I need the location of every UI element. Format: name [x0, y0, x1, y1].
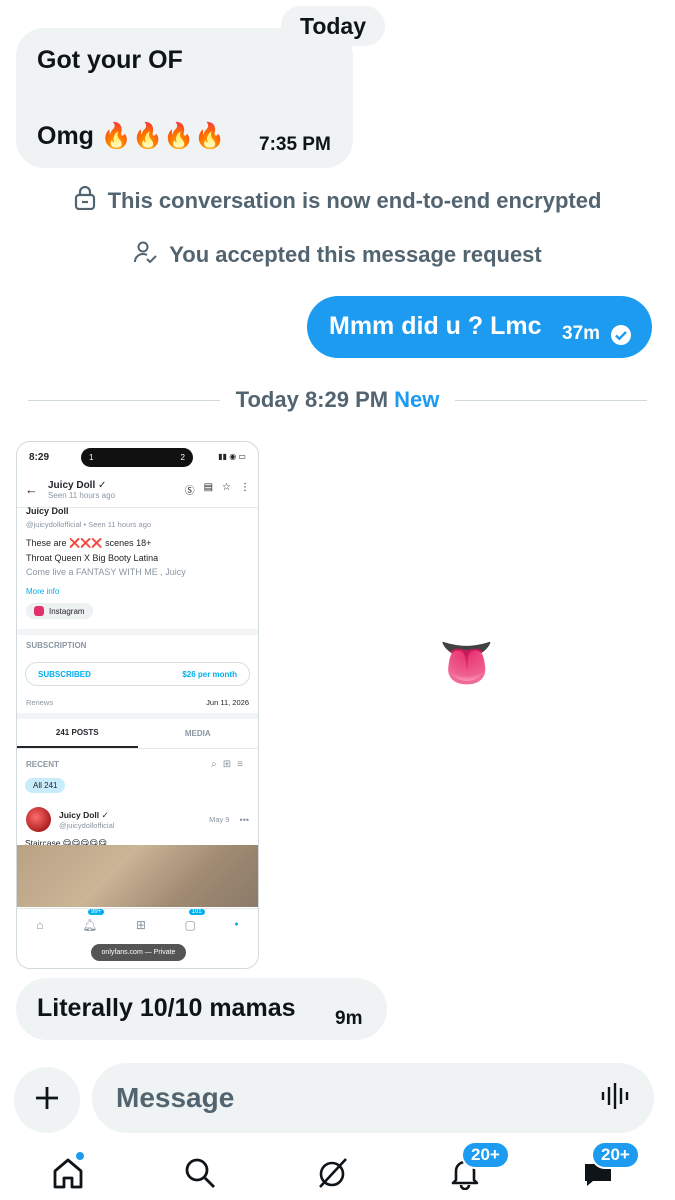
battery-icon: ▮▮ ◉ ▭: [218, 452, 246, 461]
bio-line-1: These are ❌❌❌ scenes 18+: [26, 538, 152, 548]
profile-seen: Seen 11 hours ago: [48, 490, 116, 500]
tab-posts: 241 POSTS: [17, 719, 138, 748]
accepted-notice: You accepted this message request: [0, 240, 675, 270]
url-pill: onlyfans.com — Private: [91, 944, 186, 961]
read-check-icon: [610, 324, 632, 353]
message-text: Literally 10/10 mamas: [37, 994, 296, 1022]
message-text-line-1: Got your OF: [37, 46, 183, 74]
tab-notifications[interactable]: 20+: [445, 1141, 510, 1195]
notifications-badge: 20+: [461, 1141, 510, 1169]
island-right: 2: [180, 453, 185, 462]
accepted-notice-text: You accepted this message request: [169, 242, 542, 267]
encrypted-notice: This conversation is now end-to-end encr…: [0, 185, 675, 216]
lock-icon: [74, 185, 108, 216]
renews-label: Renews: [26, 698, 54, 707]
tab-messages[interactable]: 20+: [578, 1141, 640, 1195]
encrypted-notice-text: This conversation is now end-to-end encr…: [107, 188, 602, 213]
bell-icon: 🔔︎ 99+: [82, 908, 105, 932]
dynamic-island: 1 2: [81, 448, 193, 467]
attachment-profile-header: ← Juicy Doll ✓ Seen 11 hours ago Ⓢ ▤ ☆ ⋮: [17, 472, 258, 508]
messages-badge: 20+: [591, 1141, 640, 1169]
subscription-box: SUBSCRIBED $26 per month: [25, 662, 250, 686]
incoming-message-bubble-2[interactable]: Literally 10/10 mamas 9m: [16, 978, 387, 1040]
subscribed-label: SUBSCRIBED: [38, 669, 91, 679]
tongue-emoji[interactable]: 👅: [439, 642, 494, 686]
bio-line-2: Throat Queen X Big Booty Latina: [26, 553, 159, 563]
unread-dot: [75, 1151, 85, 1161]
incoming-message-bubble[interactable]: Got your OF Omg 🔥🔥🔥🔥 7:35 PM: [16, 28, 353, 168]
new-messages-divider: Today 8:29 PM New: [28, 384, 648, 416]
list-icon: ▤: [203, 482, 214, 493]
island-left: 1: [89, 453, 94, 462]
user-check-icon: [133, 240, 169, 270]
profile-handle: @juicydollofficial • Seen 11 hours ago: [26, 520, 152, 529]
divider-time: Today 8:29 PM: [235, 387, 389, 412]
renews-date: Jun 11, 2026: [206, 698, 249, 707]
attachment-status-time: 8:29: [29, 451, 50, 463]
nav-badge-1: 99+: [88, 908, 105, 915]
more-info-link: More info: [26, 587, 60, 596]
chat-icon: ▢ 101: [185, 908, 205, 932]
verified-icon: ✓: [98, 479, 107, 491]
message-time: 37m: [562, 323, 601, 344]
post-author: Juicy Doll: [59, 809, 100, 820]
star-icon: ☆: [222, 482, 231, 493]
tab-search[interactable]: [180, 1155, 220, 1195]
instagram-icon: [34, 606, 44, 616]
image-attachment[interactable]: 8:29 1 2 ▮▮ ◉ ▭ ← Juicy Doll ✓ Seen 11 h…: [16, 441, 259, 969]
profile-name-cut: Juicy Doll: [26, 506, 69, 516]
profile-name: Juicy Doll: [48, 479, 96, 491]
attachment-status-bar: 8:29 1 2 ▮▮ ◉ ▭: [17, 442, 258, 472]
new-label: New: [394, 387, 440, 412]
post-image: [17, 845, 258, 907]
message-input[interactable]: [116, 1082, 600, 1114]
attachment-tabs: 241 POSTS MEDIA: [17, 719, 258, 749]
instagram-chip: Instagram: [26, 603, 93, 619]
more-icon: ⋮: [240, 482, 250, 493]
instagram-label: Instagram: [49, 606, 85, 616]
nav-badge-2: 101: [188, 908, 205, 915]
message-composer[interactable]: [92, 1063, 654, 1133]
tab-media: MEDIA: [184, 729, 211, 738]
voice-waveform-icon[interactable]: [600, 1081, 630, 1116]
bottom-tab-bar: 20+ 20+: [0, 1141, 675, 1200]
add-icon: ⊞: [135, 917, 146, 932]
message-text: Mmm did u ? Lmc: [329, 312, 542, 340]
tab-grok[interactable]: [313, 1155, 353, 1195]
home-icon: ⌂: [36, 917, 44, 932]
post-date: May 9: [209, 815, 230, 824]
post-more-icon: •••: [239, 814, 249, 825]
filter-icons: ⌕⊞≡: [211, 759, 249, 770]
recent-label: RECENT: [26, 760, 59, 769]
price-label: $26 per month: [182, 669, 237, 679]
tab-home[interactable]: [48, 1151, 88, 1195]
post-avatar: [26, 807, 51, 832]
day-label-pill: Today: [281, 6, 385, 46]
outgoing-message-bubble[interactable]: Mmm did u ? Lmc 37m: [307, 296, 652, 358]
attachment-bottom-nav: ⌂ 🔔︎ 99+ ⊞ ▢ 101 ●: [17, 908, 258, 940]
back-arrow-icon: ←: [25, 482, 38, 497]
post-handle: @juicydollofficial: [59, 820, 115, 830]
message-time: 9m: [335, 1008, 363, 1029]
subscription-header: SUBSCRIPTION: [26, 641, 87, 650]
plus-icon: [33, 1084, 61, 1117]
message-text-line-2: Omg 🔥🔥🔥🔥: [37, 122, 226, 150]
tip-icon: Ⓢ: [184, 486, 195, 497]
home-icon: [51, 1156, 85, 1195]
search-icon: [183, 1156, 217, 1195]
profile-icon: ●: [234, 921, 239, 928]
all-posts-chip: All 241: [25, 778, 66, 793]
message-time: 7:35 PM: [259, 134, 331, 155]
grok-icon: [316, 1156, 350, 1195]
bio-line-3: Come live a FANTASY WITH ME , Juicy: [26, 567, 186, 577]
add-attachment-button[interactable]: [14, 1067, 80, 1133]
